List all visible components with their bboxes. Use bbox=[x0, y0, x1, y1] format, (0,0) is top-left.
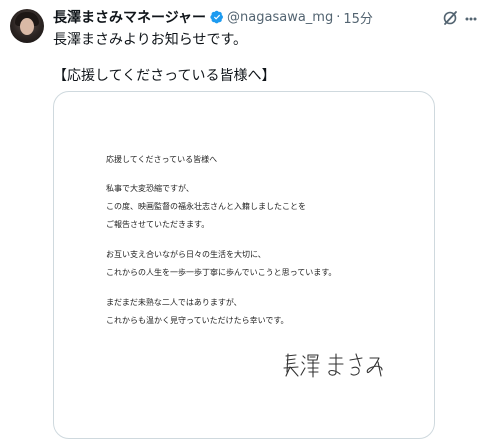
tweet-text-line2: 【応援してくださっている皆様へ】 bbox=[53, 68, 276, 84]
letter-line: これからも温かく見守っていただけたら幸いです。 bbox=[106, 316, 289, 325]
letter-greeting: 応援してくださっている皆様へ bbox=[106, 155, 218, 164]
verified-badge-icon bbox=[210, 10, 224, 24]
letter-line: この度、映画監督の福永壮志さんと入籍しましたことを bbox=[106, 202, 306, 211]
grok-icon[interactable] bbox=[442, 10, 458, 26]
letter-line: お互い支え合いながら日々の生活を大切に、 bbox=[106, 250, 266, 259]
tweet-text-line1: 長澤まさみよりお知らせです。 bbox=[53, 32, 248, 48]
separator-dot: · bbox=[336, 9, 341, 25]
avatar-face bbox=[20, 18, 34, 35]
letter-line: これからの人生を一歩一歩丁寧に歩んでいこうと思っています。 bbox=[106, 268, 337, 277]
attached-image-card[interactable]: 応援してくださっている皆様へ 私事で大変恐縮ですが、 この度、映画監督の福永壮志… bbox=[53, 91, 435, 439]
handwritten-signature bbox=[283, 353, 383, 378]
announcement-letter: 応援してくださっている皆様へ 私事で大変恐縮ですが、 この度、映画監督の福永壮志… bbox=[54, 92, 434, 438]
author-name[interactable]: 長澤まさみマネージャー bbox=[53, 7, 206, 27]
tweet-header: 長澤まさみマネージャー @nagasawa_mg · 15分 bbox=[53, 7, 417, 27]
tweet[interactable]: 長澤まさみマネージャー @nagasawa_mg · 15分 長澤まさみよりお知… bbox=[0, 0, 477, 447]
letter-line: 私事で大変恐縮ですが、 bbox=[106, 184, 194, 193]
more-icon[interactable] bbox=[465, 17, 477, 21]
letter-line: まだまだ未熟な二人ではありますが、 bbox=[106, 298, 242, 307]
author-handle[interactable]: @nagasawa_mg bbox=[227, 10, 333, 25]
avatar[interactable] bbox=[10, 9, 44, 43]
letter-line: ご報告させていただきます。 bbox=[106, 220, 210, 229]
tweet-timestamp[interactable]: 15分 bbox=[343, 8, 373, 27]
